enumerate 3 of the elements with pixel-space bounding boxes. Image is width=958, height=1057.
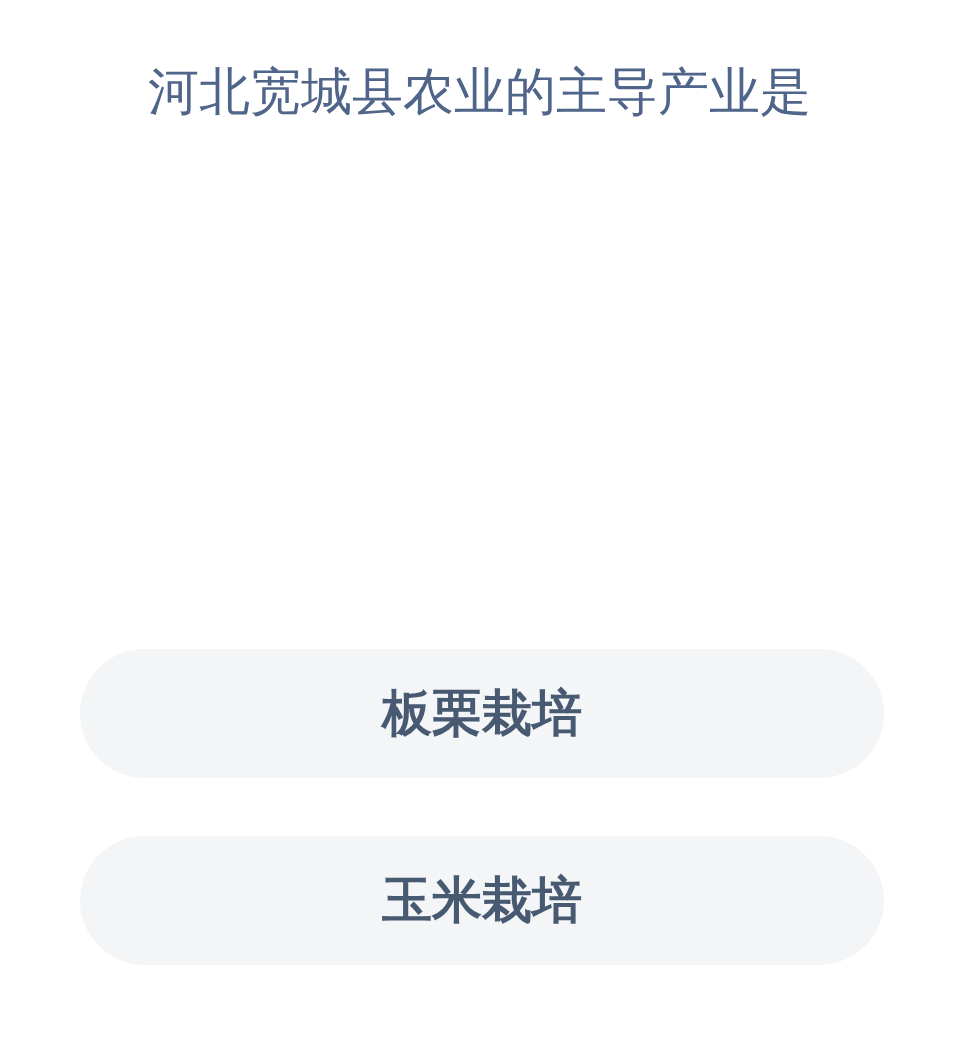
answer-option[interactable]: 玉米栽培 (80, 836, 884, 965)
answer-option[interactable]: 板栗栽培 (80, 649, 884, 778)
question-text: 河北宽城县农业的主导产业是 (146, 61, 812, 123)
